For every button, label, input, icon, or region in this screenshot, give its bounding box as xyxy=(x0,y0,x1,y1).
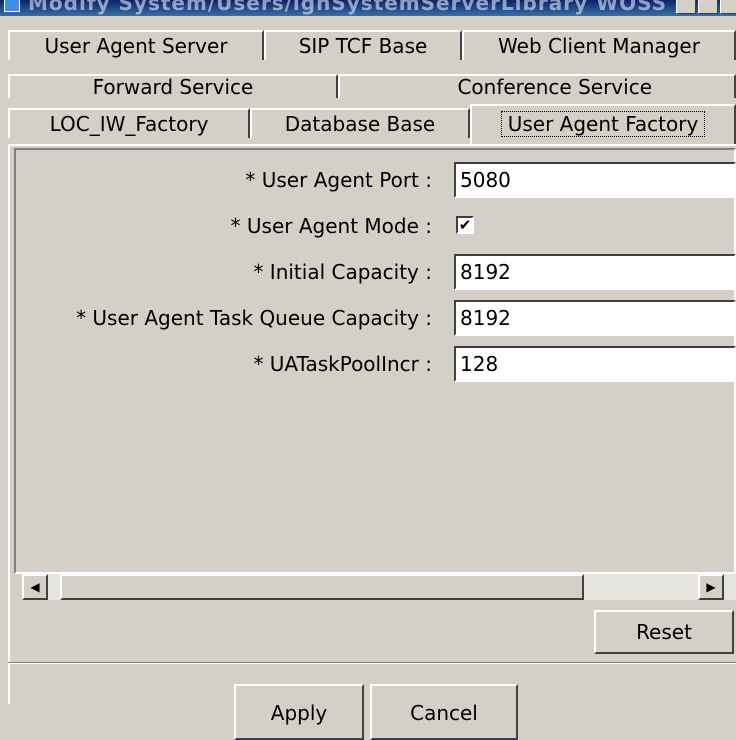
tab-label: Forward Service xyxy=(92,75,254,98)
maximize-button[interactable] xyxy=(698,0,718,14)
cancel-button[interactable]: Cancel xyxy=(370,684,518,740)
window-title: Modify System/Users/ignSystemServerLibra… xyxy=(28,0,668,15)
tab-forward-service[interactable]: Forward Service xyxy=(8,74,338,98)
close-button[interactable] xyxy=(720,0,736,14)
tab-label: Database Base xyxy=(284,112,436,136)
separator xyxy=(8,662,736,664)
tab-loc-iw-factory[interactable]: LOC_IW_Factory xyxy=(8,108,250,138)
window-titlebar: Modify System/Users/ignSystemServerLibra… xyxy=(0,0,736,16)
tab-user-agent-server[interactable]: User Agent Server xyxy=(8,30,264,60)
scroll-left-button[interactable]: ◀ xyxy=(22,574,48,600)
initial-capacity-label: * Initial Capacity : xyxy=(253,260,432,284)
tab-label: Web Client Manager xyxy=(498,34,700,58)
user-agent-port-input[interactable]: 5080 xyxy=(454,162,736,198)
tab-user-agent-factory[interactable]: User Agent Factory xyxy=(470,104,736,144)
scroll-right-icon: ▶ xyxy=(706,580,716,594)
check-icon: ✔ xyxy=(458,216,472,234)
user-agent-port-label: * User Agent Port : xyxy=(245,168,432,192)
tab-conference-service[interactable]: Conference Service xyxy=(338,74,736,98)
scroll-right-button[interactable]: ▶ xyxy=(698,574,724,600)
apply-button[interactable]: Apply xyxy=(234,684,364,740)
minimize-button[interactable] xyxy=(676,0,696,14)
ua-task-pool-incr-label: * UATaskPoolIncr : xyxy=(253,352,432,376)
tab-label: SIP TCF Base xyxy=(298,34,428,58)
initial-capacity-input[interactable]: 8192 xyxy=(454,254,736,290)
user-agent-mode-label: * User Agent Mode : xyxy=(230,214,432,238)
tab-label: Conference Service xyxy=(457,75,652,98)
ua-task-pool-incr-input[interactable]: 128 xyxy=(454,346,736,382)
task-queue-capacity-label: * User Agent Task Queue Capacity : xyxy=(76,306,432,330)
tab-web-client-manager[interactable]: Web Client Manager xyxy=(462,30,736,60)
tab-label: User Agent Factory xyxy=(500,111,706,137)
user-agent-mode-checkbox[interactable]: ✔ xyxy=(456,216,474,234)
tab-database-base[interactable]: Database Base xyxy=(250,108,470,138)
tab-sip-tcf-base[interactable]: SIP TCF Base xyxy=(264,30,462,60)
task-queue-capacity-input[interactable]: 8192 xyxy=(454,300,736,336)
tab-label: LOC_IW_Factory xyxy=(49,112,209,136)
scroll-thumb[interactable] xyxy=(60,574,584,600)
scroll-left-icon: ◀ xyxy=(30,580,40,594)
app-icon xyxy=(4,0,20,12)
tab-label: User Agent Server xyxy=(44,34,228,58)
reset-button[interactable]: Reset xyxy=(594,610,734,654)
horizontal-scrollbar[interactable]: ◀ ▶ xyxy=(22,574,736,600)
